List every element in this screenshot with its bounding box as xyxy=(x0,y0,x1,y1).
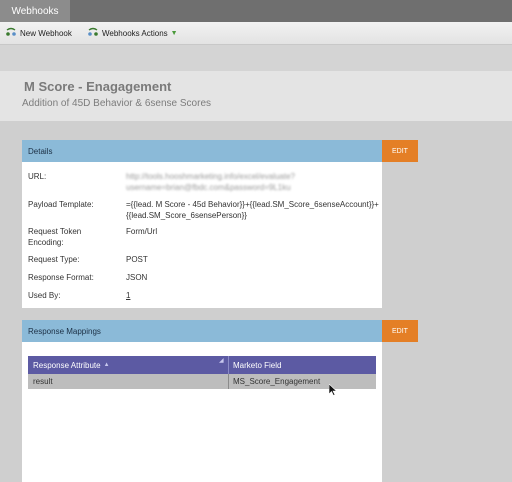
response-mappings-panel: Response Mappings Response Attribute ▲ M… xyxy=(22,320,382,482)
marketo-field-cell: MS_Score_Engagement xyxy=(233,377,321,386)
url-value: http://tools.hooshmarketing.info/excel/e… xyxy=(126,172,295,192)
webhooks-actions-icon xyxy=(88,27,102,39)
request-token-encoding-value: Form/Url xyxy=(126,227,158,236)
dropdown-arrow-icon: ▼ xyxy=(170,29,178,37)
spacer-strip xyxy=(0,45,512,71)
row-divider xyxy=(228,374,229,389)
page-title: M Score - Enagagement xyxy=(24,79,172,94)
webhooks-actions-menu[interactable]: Webhooks Actions ▼ xyxy=(88,27,178,39)
response-mappings-edit-button[interactable]: EDIT xyxy=(382,320,418,342)
details-header: Details xyxy=(22,140,382,162)
url-label: URL: xyxy=(28,172,47,181)
column-header-marketo-field[interactable]: Marketo Field xyxy=(228,356,376,374)
response-mappings-header: Response Mappings xyxy=(22,320,382,342)
tab-webhooks[interactable]: Webhooks xyxy=(0,0,70,22)
response-format-value: JSON xyxy=(126,273,148,282)
details-panel: Details URL: http://tools.hooshmarketing… xyxy=(22,140,382,308)
table-row[interactable]: result MS_Score_Engagement xyxy=(28,374,376,389)
new-webhook-button[interactable]: New Webhook xyxy=(6,27,72,39)
marketo-field-header-label: Marketo Field xyxy=(233,360,282,370)
response-attribute-header-label: Response Attribute xyxy=(33,360,101,370)
new-webhook-label: New Webhook xyxy=(20,28,72,38)
mouse-pointer-icon xyxy=(328,383,338,398)
column-header-response-attribute[interactable]: Response Attribute ▲ xyxy=(28,356,228,374)
grid-header: Response Attribute ▲ Marketo Field ◢ xyxy=(28,356,376,374)
page-header: M Score - Enagagement Addition of 45D Be… xyxy=(0,71,512,121)
payload-template-label: Payload Template: xyxy=(28,200,94,209)
request-type-value: POST xyxy=(126,255,148,264)
payload-template-value: ={{lead. M Score - 45d Behavior}}+{{lead… xyxy=(126,200,379,220)
sort-ascending-icon: ▲ xyxy=(103,362,110,368)
webhooks-actions-label: Webhooks Actions xyxy=(102,28,168,38)
new-webhook-icon xyxy=(6,27,20,39)
details-edit-button[interactable]: EDIT xyxy=(382,140,418,162)
page-subtitle: Addition of 45D Behavior & 6sense Scores xyxy=(22,98,211,109)
top-nav-bar: Webhooks xyxy=(0,0,512,22)
request-token-encoding-label: Request Token Encoding: xyxy=(28,227,82,247)
header-divider xyxy=(228,356,229,374)
column-menu-icon[interactable]: ◢ xyxy=(219,357,224,364)
response-format-label: Response Format: xyxy=(28,273,94,282)
toolbar: New Webhook Webhooks Actions ▼ xyxy=(0,22,512,45)
used-by-link[interactable]: 1 xyxy=(126,290,130,301)
used-by-label: Used By: xyxy=(28,291,61,300)
request-type-label: Request Type: xyxy=(28,255,80,264)
response-attribute-cell: result xyxy=(33,377,53,386)
